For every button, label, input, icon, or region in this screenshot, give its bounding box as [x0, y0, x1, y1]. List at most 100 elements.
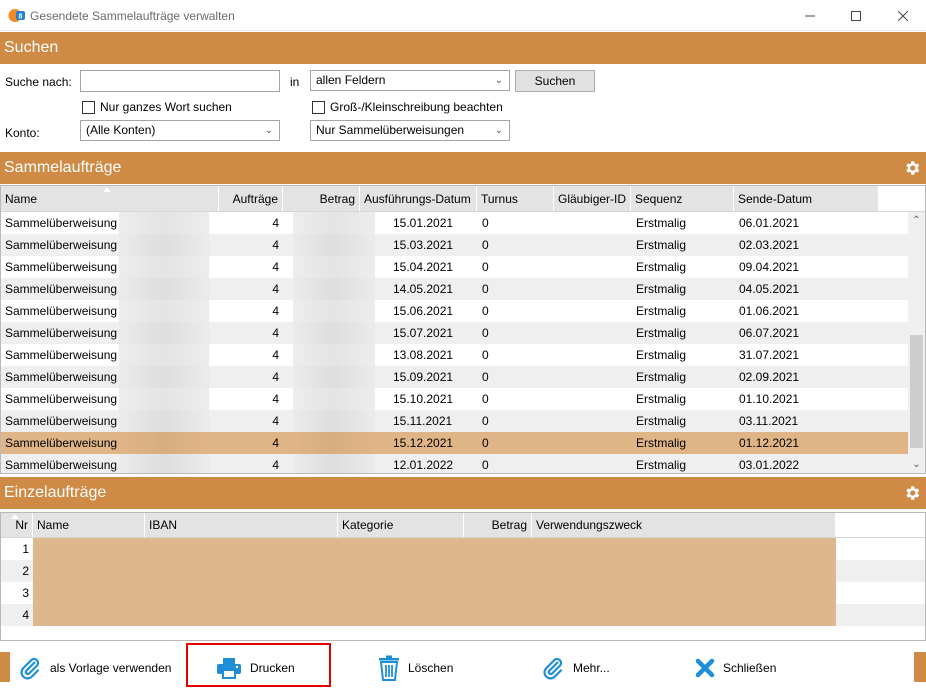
cell-auftraege: 4 — [272, 282, 279, 296]
cell-sequenz: Erstmalig — [636, 436, 687, 450]
cell-sende: 03.01.2022 — [739, 458, 800, 472]
table-row[interactable]: Sammelüberweisung 4 15.01.2021 0 Erstmalig 06… — [1, 212, 908, 234]
cell-sende: 06.07.2021 — [739, 326, 800, 340]
column-header-glaeubiger[interactable]: Gläubiger-ID — [554, 186, 631, 211]
use-as-template-button[interactable]: als Vorlage verwenden — [18, 652, 171, 684]
batch-orders-scrollbar[interactable]: ⌃ ⌄ — [908, 212, 925, 473]
table-row[interactable]: Sammelüberweisung 4 15.06.2021 0 Erstmalig 01… — [1, 300, 908, 322]
more-label: Mehr... — [573, 661, 610, 675]
sort-ascending-icon — [11, 514, 19, 519]
batch-orders-grid[interactable]: Name Aufträge Betrag Ausführungs-Datum T… — [0, 185, 926, 474]
table-row[interactable]: Sammelüberweisung 4 14.05.2021 0 Erstmalig 04… — [1, 278, 908, 300]
cell-sequenz: Erstmalig — [636, 216, 687, 230]
paperclip-icon — [543, 657, 563, 680]
search-label: Suche nach: — [5, 75, 72, 89]
table-row[interactable]: Sammelüberweisung 4 15.04.2021 0 Erstmalig 09… — [1, 256, 908, 278]
table-row[interactable]: Sammelüberweisung 4 15.09.2021 0 Erstmalig 02… — [1, 366, 908, 388]
column-header-auftraege[interactable]: Aufträge — [219, 186, 283, 211]
cell-auftraege: 4 — [272, 348, 279, 362]
delete-label: Löschen — [408, 661, 454, 675]
table-row[interactable]: Sammelüberweisung 4 13.08.2021 0 Erstmalig 31… — [1, 344, 908, 366]
redacted-value — [293, 432, 375, 454]
cell-auftraege: 4 — [272, 216, 279, 230]
cell-name: Sammelüberweisung — [5, 436, 118, 450]
cell-turnus: 0 — [482, 436, 489, 450]
column-header-verwendungszweck[interactable]: Verwendungszweck — [532, 513, 836, 537]
cell-turnus: 0 — [482, 392, 489, 406]
table-row[interactable]: 4 — [1, 604, 925, 626]
column-header-sende[interactable]: Sende-Datum — [734, 186, 879, 211]
cell-name: Sammelüberweisung — [5, 414, 118, 428]
cell-ausfuehrung: 15.07.2021 — [393, 326, 454, 340]
close-icon — [898, 10, 908, 21]
cell-auftraege: 4 — [272, 326, 279, 340]
cell-ausfuehrung: 15.12.2021 — [393, 436, 454, 450]
search-input[interactable] — [80, 70, 280, 92]
cell-nr: 4 — [22, 608, 29, 622]
redacted-row-content — [33, 538, 836, 560]
search-field-select[interactable]: allen Feldern ⌄ — [310, 70, 510, 91]
whole-word-label: Nur ganzes Wort suchen — [100, 100, 232, 114]
table-row[interactable]: Sammelüberweisung 4 15.12.2021 0 Erstmalig 01… — [1, 432, 908, 454]
more-button[interactable]: Mehr... — [541, 652, 610, 684]
gear-icon[interactable] — [903, 159, 921, 177]
redacted-value — [119, 454, 209, 473]
table-row[interactable]: 3 — [1, 582, 925, 604]
title-bar: 8 Gesendete Sammelaufträge verwalten — [0, 0, 926, 31]
cell-ausfuehrung: 15.04.2021 — [393, 260, 454, 274]
column-header-ausfuehrung[interactable]: Ausführungs-Datum — [360, 186, 477, 211]
type-select-value: Nur Sammelüberweisungen — [316, 123, 465, 137]
search-button[interactable]: Suchen — [515, 70, 595, 92]
cell-turnus: 0 — [482, 216, 489, 230]
account-select[interactable]: (Alle Konten) ⌄ — [80, 120, 280, 141]
cell-auftraege: 4 — [272, 392, 279, 406]
cell-name: Sammelüberweisung — [5, 304, 118, 318]
table-row[interactable]: Sammelüberweisung 4 15.03.2021 0 Erstmalig 02… — [1, 234, 908, 256]
cell-name: Sammelüberweisung — [5, 392, 118, 406]
cell-turnus: 0 — [482, 414, 489, 428]
type-select[interactable]: Nur Sammelüberweisungen ⌄ — [310, 120, 510, 141]
column-header-iban[interactable]: IBAN — [145, 513, 338, 537]
scroll-down-arrow-icon[interactable]: ⌄ — [908, 456, 925, 473]
app-icon: 8 — [8, 9, 25, 22]
case-sensitive-checkbox[interactable] — [312, 101, 325, 114]
column-header-name[interactable]: Name — [33, 513, 145, 537]
table-row[interactable]: Sammelüberweisung 4 15.11.2021 0 Erstmalig 03… — [1, 410, 908, 432]
redacted-value — [119, 388, 209, 410]
column-header-sequenz[interactable]: Sequenz — [631, 186, 734, 211]
batch-orders-header-row: Name Aufträge Betrag Ausführungs-Datum T… — [1, 186, 925, 212]
bottom-toolbar: als Vorlage verwenden Drucken Löschen Me… — [0, 643, 926, 688]
scrollbar-thumb[interactable] — [910, 335, 923, 448]
delete-button[interactable]: Löschen — [378, 652, 453, 684]
maximize-icon — [851, 10, 861, 21]
table-row[interactable]: Sammelüberweisung 4 15.10.2021 0 Erstmalig 01… — [1, 388, 908, 410]
table-row[interactable]: Sammelüberweisung 4 12.01.2022 0 Erstmalig 03… — [1, 454, 908, 473]
column-header-betrag[interactable]: Betrag — [283, 186, 360, 211]
whole-word-checkbox[interactable] — [82, 101, 95, 114]
sort-ascending-icon — [103, 187, 111, 192]
chevron-down-icon: ⌄ — [494, 125, 503, 136]
maximize-button[interactable] — [833, 0, 879, 31]
cell-sequenz: Erstmalig — [636, 370, 687, 384]
table-row[interactable]: 1 — [1, 538, 925, 560]
gear-icon[interactable] — [903, 484, 921, 502]
use-as-template-label: als Vorlage verwenden — [50, 661, 172, 675]
column-header-turnus[interactable]: Turnus — [477, 186, 554, 211]
cell-ausfuehrung: 13.08.2021 — [393, 348, 454, 362]
cell-sequenz: Erstmalig — [636, 326, 687, 340]
single-orders-grid[interactable]: Nr Name IBAN Kategorie Betrag Verwendung… — [0, 512, 926, 641]
column-header-betrag[interactable]: Betrag — [464, 513, 532, 537]
cell-ausfuehrung: 15.11.2021 — [393, 414, 453, 428]
table-row[interactable]: Sammelüberweisung 4 15.07.2021 0 Erstmalig 06… — [1, 322, 908, 344]
redacted-row-content — [33, 604, 836, 626]
column-header-kategorie[interactable]: Kategorie — [338, 513, 464, 537]
close-button[interactable]: Schließen — [695, 652, 776, 684]
close-label: Schließen — [723, 661, 777, 675]
close-window-button[interactable] — [880, 0, 926, 31]
cell-name: Sammelüberweisung — [5, 348, 118, 362]
minimize-button[interactable] — [787, 0, 833, 31]
scroll-up-arrow-icon[interactable]: ⌃ — [908, 212, 925, 229]
redacted-value — [293, 388, 375, 410]
table-row[interactable]: 2 — [1, 560, 925, 582]
cell-turnus: 0 — [482, 282, 489, 296]
